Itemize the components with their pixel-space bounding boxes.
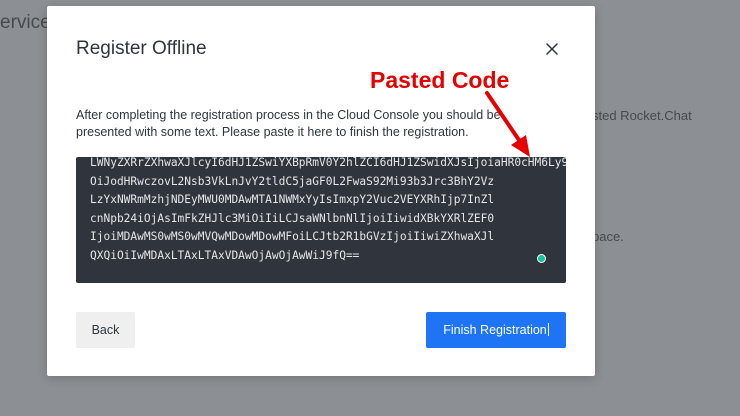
background-page-title: ervice [0,12,51,33]
background-text-line: pace. [592,229,624,244]
background-text-line: sted Rocket.Chat [592,108,692,123]
modal-title: Register Offline [76,38,207,59]
text-cursor [547,323,549,336]
registration-code-textarea[interactable]: LWNyZXRrZXhwaXJlcyI6dHJ1ZSwiYXBpRmV0Y2hl… [76,157,566,283]
code-line: IjoiMDAwMS0wMS0wMVQwMDowMDowMFoiLCJtb2R1… [90,230,495,244]
grammarly-status-icon[interactable] [537,254,546,263]
registration-code-text: LWNyZXRrZXhwaXJlcyI6dHJ1ZSwiYXBpRmV0Y2hl… [90,157,566,266]
back-button[interactable]: Back [76,312,135,348]
finish-registration-button[interactable]: Finish Registration [426,312,566,348]
code-line: LzYxNWRmMzhjNDEyMWU0MDAwMTA1NWMxYyIsImxp… [90,193,495,207]
close-icon[interactable] [544,41,560,57]
modal-description: After completing the registration proces… [76,108,501,139]
register-offline-modal: Register Offline After completing the re… [47,6,595,376]
code-line: cnNpb24iOjAsImFkZHJlc3MiOiIiLCJsaWNlbnNl… [90,211,495,225]
code-line: QXQiOiIwMDAxLTAxLTAxVDAwOjAwOjAwWiJ9fQ== [90,248,360,262]
annotation-label: Pasted Code [370,67,510,93]
finish-registration-label: Finish Registration [443,323,547,337]
code-line: OiJodHRwczovL2Nsb3VkLnJvY2tldC5jaGF0L2Fw… [90,174,495,188]
code-line: LWNyZXRrZXhwaXJlcyI6dHJ1ZSwiYXBpRmV0Y2hl… [90,157,566,169]
